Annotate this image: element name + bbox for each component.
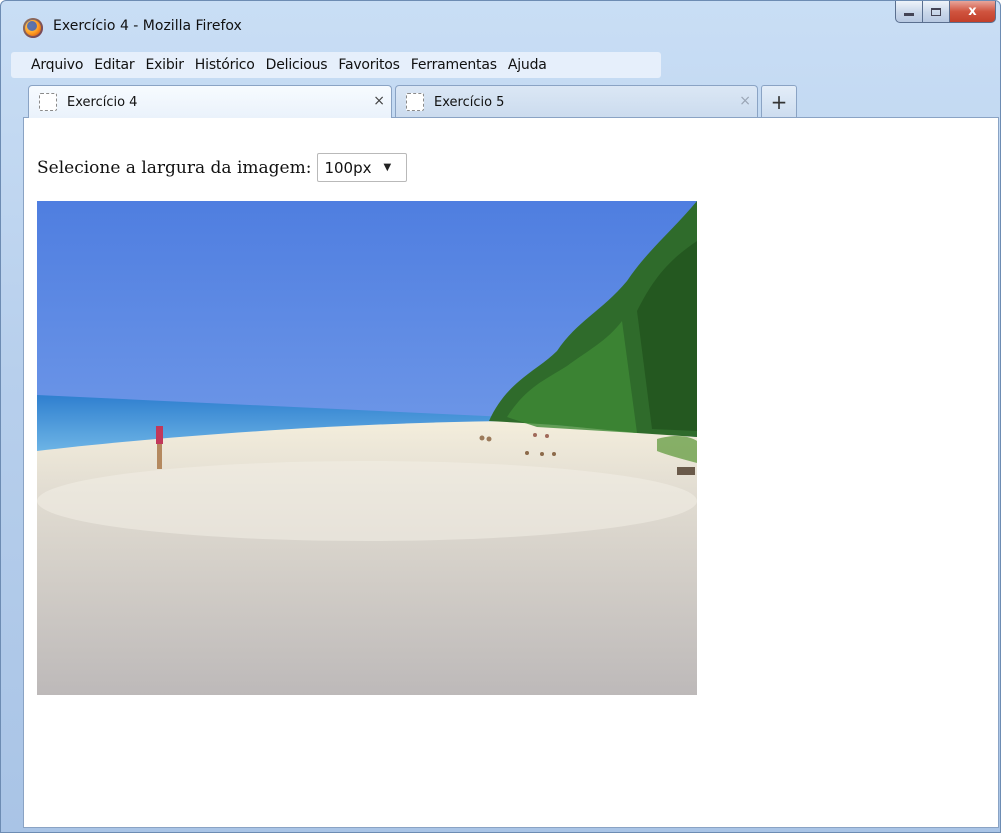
window-controls: x [895, 1, 996, 23]
title-bar[interactable]: Exercício 4 - Mozilla Firefox x [1, 1, 1000, 49]
plus-icon: + [770, 90, 788, 114]
menu-exibir[interactable]: Exibir [145, 57, 184, 73]
tab-strip: Exercício 4 × Exercício 5 × + [23, 83, 998, 118]
width-select[interactable]: 100px ▼ [317, 153, 408, 182]
window-title: Exercício 4 - Mozilla Firefox [53, 18, 242, 34]
width-select-value: 100px [324, 158, 372, 177]
new-tab-button[interactable]: + [761, 85, 797, 118]
tab-close-icon[interactable]: × [373, 93, 385, 109]
menu-favoritos[interactable]: Favoritos [338, 57, 400, 73]
page-icon [406, 93, 424, 111]
minimize-button[interactable] [895, 1, 923, 23]
tab-exercicio-5[interactable]: Exercício 5 × [395, 85, 758, 118]
minimize-icon [904, 13, 914, 16]
menu-editar[interactable]: Editar [94, 57, 134, 73]
tab-close-icon[interactable]: × [739, 93, 751, 109]
close-icon: x [968, 4, 977, 19]
page-content: Selecione a largura da imagem: 100px ▼ [23, 117, 999, 828]
firefox-icon[interactable] [23, 18, 43, 38]
browser-window: Exercício 4 - Mozilla Firefox x Arquivo … [0, 0, 1001, 833]
menu-arquivo[interactable]: Arquivo [31, 57, 83, 73]
width-select-label: Selecione a largura da imagem: [37, 157, 312, 178]
menu-historico[interactable]: Histórico [195, 57, 255, 73]
maximize-icon [931, 7, 941, 16]
maximize-button[interactable] [923, 1, 950, 23]
page-icon [39, 93, 57, 111]
beach-photo-svg [37, 201, 697, 695]
close-window-button[interactable]: x [950, 1, 996, 23]
tab-exercicio-4[interactable]: Exercício 4 × [28, 85, 392, 118]
menu-delicious[interactable]: Delicious [266, 57, 328, 73]
tab-label: Exercício 4 [67, 94, 138, 110]
width-form: Selecione a largura da imagem: 100px ▼ [37, 153, 408, 182]
tab-label: Exercício 5 [434, 94, 505, 110]
beach-photo [37, 201, 697, 695]
menu-ajuda[interactable]: Ajuda [508, 57, 547, 73]
menu-bar: Arquivo Editar Exibir Histórico Deliciou… [11, 52, 661, 78]
menu-ferramentas[interactable]: Ferramentas [411, 57, 497, 73]
dropdown-arrow-icon: ▼ [383, 162, 392, 173]
